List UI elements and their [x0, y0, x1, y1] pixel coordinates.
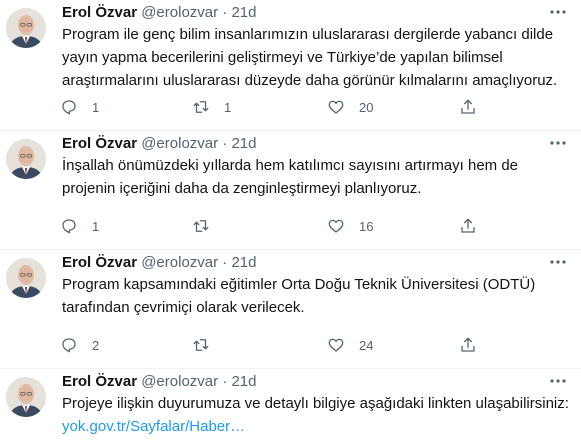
tweet-actions: 1 16 — [58, 215, 548, 237]
share-button[interactable] — [459, 334, 477, 356]
tweet-actions: 2 24 — [58, 334, 548, 356]
author-handle[interactable]: @erolozvar — [141, 135, 218, 152]
more-horizontal-icon — [550, 379, 566, 383]
heart-icon — [328, 219, 344, 233]
author-name[interactable]: Erol Özvar — [62, 135, 137, 152]
tweet-timestamp[interactable]: 21d — [231, 4, 256, 21]
author-handle[interactable]: @erolozvar — [141, 4, 218, 21]
tweet-timestamp[interactable]: 21d — [231, 135, 256, 152]
retweet-count: 1 — [224, 99, 232, 115]
share-button[interactable] — [459, 96, 477, 118]
reply-count: 1 — [92, 99, 100, 115]
separator-dot: · — [222, 373, 228, 390]
tweet-header: Erol Özvar @erolozvar · 21d — [62, 3, 257, 23]
avatar-portrait-image — [6, 139, 46, 179]
avatar[interactable] — [6, 8, 46, 48]
reply-button[interactable]: 2 — [60, 334, 99, 356]
retweet-button[interactable] — [192, 334, 224, 356]
tweet[interactable]: Erol Özvar @erolozvar · 21d İnşallah önü… — [0, 131, 581, 250]
like-button[interactable]: 24 — [327, 334, 373, 356]
tweet-text-body: Projeye ilişkin duyurumuza ve detaylı bi… — [62, 395, 569, 412]
tweet-header: Erol Özvar @erolozvar · 21d — [62, 253, 257, 273]
retweet-button[interactable]: 1 — [192, 96, 231, 118]
reply-button[interactable]: 1 — [60, 215, 99, 237]
tweet-text: Projeye ilişkin duyurumuza ve detaylı bi… — [62, 392, 572, 438]
share-icon — [461, 99, 475, 114]
tweet-timestamp[interactable]: 21d — [231, 254, 256, 271]
avatar[interactable] — [6, 139, 46, 179]
tweet[interactable]: Erol Özvar @erolozvar · 21d Program ile … — [0, 0, 581, 131]
tweet-text: İnşallah önümüzdeki yıllarda hem katılım… — [62, 157, 519, 197]
avatar[interactable] — [6, 258, 46, 298]
reply-count: 2 — [92, 337, 100, 353]
avatar-portrait-image — [6, 377, 46, 417]
heart-icon — [328, 100, 344, 114]
more-options-button[interactable] — [549, 373, 567, 387]
avatar-portrait-image — [6, 8, 46, 48]
author-name[interactable]: Erol Özvar — [62, 254, 137, 271]
share-icon — [461, 337, 475, 352]
like-count: 24 — [359, 337, 374, 353]
separator-dot: · — [222, 135, 228, 152]
tweet-text: Program kapsamındaki eğitimler Orta Doğu… — [62, 276, 536, 316]
tweet-link[interactable]: yok.gov.tr/Sayfalar/Haber… — [62, 415, 572, 438]
retweet-icon — [193, 220, 209, 232]
share-icon — [461, 218, 475, 233]
author-handle[interactable]: @erolozvar — [141, 373, 218, 390]
avatar[interactable] — [6, 377, 46, 417]
more-options-button[interactable] — [549, 254, 567, 268]
tweet-feed: Erol Özvar @erolozvar · 21d Program ile … — [0, 0, 581, 445]
author-name[interactable]: Erol Özvar — [62, 373, 137, 390]
more-options-button[interactable] — [549, 135, 567, 149]
more-options-button[interactable] — [549, 4, 567, 18]
reply-icon — [62, 100, 76, 115]
more-horizontal-icon — [550, 141, 566, 145]
reply-count: 1 — [92, 218, 100, 234]
tweet[interactable]: Erol Özvar @erolozvar · 21d Program kaps… — [0, 250, 581, 369]
tweet[interactable]: Erol Özvar @erolozvar · 21d Projeye iliş… — [0, 369, 581, 445]
tweet-actions: 1 1 20 — [58, 96, 548, 118]
retweet-icon — [193, 339, 209, 351]
tweet-header: Erol Özvar @erolozvar · 21d — [62, 134, 257, 154]
share-button[interactable] — [459, 215, 477, 237]
avatar-portrait-image — [6, 258, 46, 298]
like-button[interactable]: 20 — [327, 96, 373, 118]
reply-button[interactable]: 1 — [60, 96, 99, 118]
reply-icon — [62, 338, 76, 353]
separator-dot: · — [222, 4, 228, 21]
more-horizontal-icon — [550, 10, 566, 14]
like-count: 16 — [359, 218, 374, 234]
tweet-timestamp[interactable]: 21d — [231, 373, 256, 390]
author-handle[interactable]: @erolozvar — [141, 254, 218, 271]
heart-icon — [328, 338, 344, 352]
tweet-header: Erol Özvar @erolozvar · 21d — [62, 372, 257, 392]
retweet-button[interactable] — [192, 215, 224, 237]
more-horizontal-icon — [550, 260, 566, 264]
retweet-icon — [193, 101, 209, 113]
like-button[interactable]: 16 — [327, 215, 373, 237]
reply-icon — [62, 219, 76, 234]
author-name[interactable]: Erol Özvar — [62, 4, 137, 21]
separator-dot: · — [222, 254, 228, 271]
like-count: 20 — [359, 99, 374, 115]
tweet-text: Program ile genç bilim insanlarımızın ul… — [62, 26, 558, 89]
